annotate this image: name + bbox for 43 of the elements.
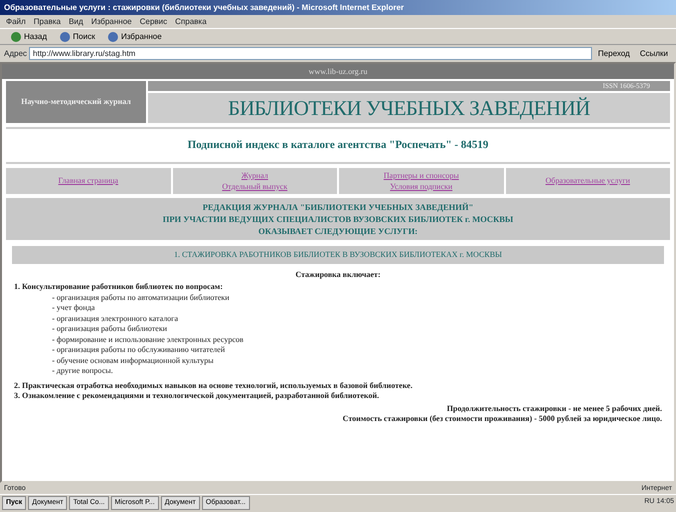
menu-item[interactable]: Файл xyxy=(6,15,26,28)
links-button[interactable]: Ссылки xyxy=(636,47,672,60)
site-address-bar: www.lib-uz.org.ru xyxy=(2,64,674,79)
list-item-text: 1. Консультирование работников библиотек по вопросам: xyxy=(13,282,224,292)
subscription-index: Подписной индекс в каталоге агентства "Роспечать" - 84519 xyxy=(6,127,670,164)
nav-link[interactable]: Главная страница xyxy=(58,175,118,186)
bullet-text: - организация электронного каталога xyxy=(51,314,180,324)
list-item-text: 3. Ознакомление с рекомендациями и технологической документацией, разработанной библиотекой. xyxy=(13,391,380,402)
menu-item[interactable]: Правка xyxy=(34,15,61,28)
toolbar-button[interactable]: Поиск xyxy=(54,30,100,43)
journal-title: БИБЛИОТЕКИ УЧЕБНЫХ ЗАВЕДЕНИЙ xyxy=(148,93,670,123)
nav-link[interactable]: Отдельный выпуск xyxy=(222,180,288,192)
bullet-text: - другие вопросы. xyxy=(51,366,114,376)
services-heading: РЕДАКЦИЯ ЖУРНАЛА "БИБЛИОТЕКИ УЧЕБНЫХ ЗАВЕДЕНИЙ" ПРИ УЧАСТИИ ВЕДУЩИХ СПЕЦИАЛИСТОВ ВУЗОВСКИХ БИБЛИОТЕК г. МОСКВЫ ОКАЗЫВАЕТ СЛЕДУЮЩИЕ УСЛУГИ: xyxy=(6,198,670,240)
nav-link[interactable]: Образовательные услуги xyxy=(545,175,630,186)
toolbar-button[interactable]: Назад xyxy=(6,30,51,43)
section-title: 1. СТАЖИРОВКА РАБОТНИКОВ БИБЛИОТЕК В ВУЗОВСКИХ БИБЛИОТЕКАХ г. МОСКВЫ xyxy=(12,246,664,264)
note-text: Продолжительность стажировки - не менее 5 рабочих дней. xyxy=(446,404,663,414)
nav-link[interactable]: Журнал xyxy=(241,170,268,180)
nav-link[interactable]: Условия подписки xyxy=(390,180,452,192)
circle-icon xyxy=(107,30,120,42)
note-text: Стоимость стажировки (без стоимости проживания) - 5000 рублей за юридическое лицо. xyxy=(342,414,663,424)
menu-item[interactable]: Вид xyxy=(68,15,84,28)
menu-item[interactable]: Сервис xyxy=(140,15,168,28)
nav-link[interactable]: Партнеры и спонсоры xyxy=(384,170,459,180)
bullet-text: - организация работы по обслуживанию читателей xyxy=(51,345,226,356)
bullet-text: - обучение основам информационной культуры xyxy=(51,356,215,366)
bullet-text: - учет фонда xyxy=(51,303,96,314)
go-button[interactable]: Переход xyxy=(594,47,634,60)
journal-label: Научно-методический журнал xyxy=(6,81,146,123)
bullet-text: - организация работы по автоматизации библиотеки xyxy=(51,292,230,303)
address-field[interactable]: http://www.library.ru/stag.htm xyxy=(28,47,592,60)
address-label: Адрес xyxy=(4,48,27,60)
bullet-text: - организация работы библиотеки xyxy=(51,324,168,334)
menu-item[interactable]: Избранное xyxy=(91,15,132,28)
intro-text: Стажировка включает: xyxy=(294,270,382,280)
bullet-text: - формирование и использование электронных ресурсов xyxy=(51,334,244,345)
toolbar-button[interactable]: Избранное xyxy=(103,30,166,43)
circle-icon xyxy=(10,30,22,42)
list-item-text: 2. Практическая отработка необходимых навыков на основе технологий, используемых в базовой библиотеке. xyxy=(13,380,414,391)
window-title: Образовательные услуги : стажировки (библиотеки учебных заведений) - Microsoft Internet Explorer xyxy=(0,0,676,15)
menu-item[interactable]: Справка xyxy=(175,15,207,28)
circle-icon xyxy=(58,30,71,42)
